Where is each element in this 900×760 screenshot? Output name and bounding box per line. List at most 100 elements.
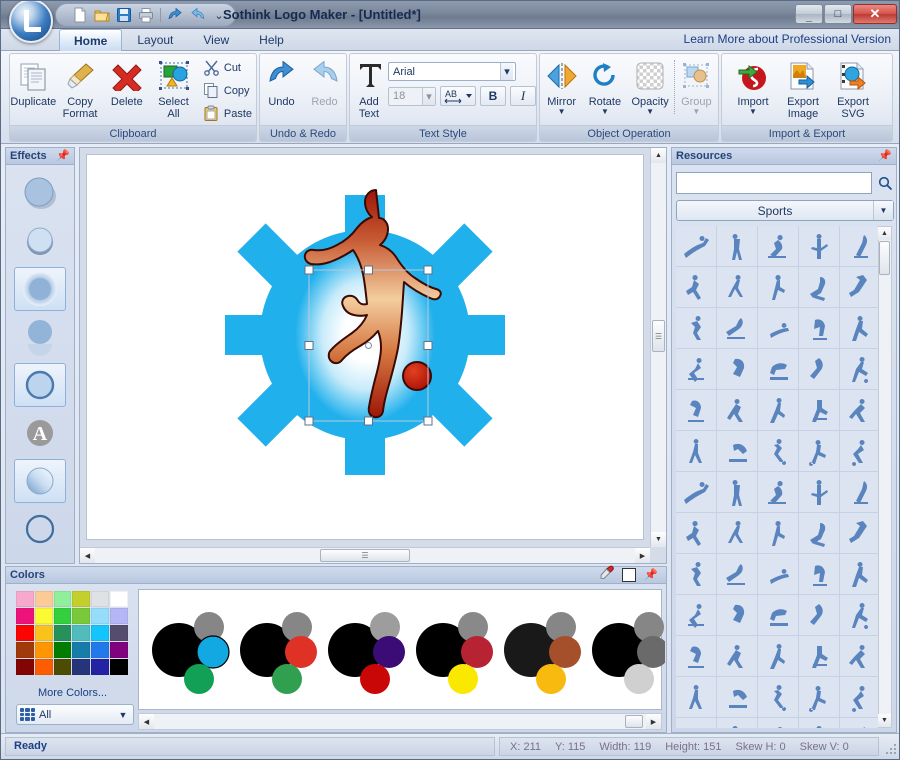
palette-scroll-thumb[interactable] bbox=[625, 715, 643, 728]
palette-item-4[interactable] bbox=[504, 612, 581, 694]
resource-item-soccer-strike[interactable] bbox=[758, 472, 798, 512]
color-swatch-2-0[interactable] bbox=[16, 625, 34, 641]
color-swatch-2-2[interactable] bbox=[53, 625, 72, 641]
resource-item-soccer-kick[interactable] bbox=[840, 349, 880, 389]
resource-item-figure-skater[interactable] bbox=[717, 267, 757, 307]
resource-item-vault-gym[interactable] bbox=[799, 390, 839, 430]
resource-item-soccer-jump[interactable] bbox=[799, 513, 839, 553]
resource-item-dance-duo[interactable] bbox=[840, 718, 880, 728]
effect-text-mask[interactable]: A bbox=[14, 411, 66, 455]
soccer-player-gear-logo[interactable] bbox=[87, 155, 643, 539]
canvas-page[interactable] bbox=[86, 154, 644, 540]
color-swatch-1-3[interactable] bbox=[72, 608, 91, 624]
resource-item-gymnast-kick[interactable] bbox=[758, 390, 798, 430]
color-swatch-2-5[interactable] bbox=[110, 625, 128, 641]
rotate-chevron-down-icon[interactable]: ▼ bbox=[601, 108, 609, 116]
resource-item-cross-country-ski[interactable] bbox=[840, 267, 880, 307]
new-document-button[interactable] bbox=[70, 5, 90, 25]
resource-item-baseball-swing[interactable] bbox=[840, 390, 880, 430]
canvas-vertical-scrollbar[interactable]: ▲ ☰ ▼ bbox=[650, 148, 666, 547]
color-swatch-4-2[interactable] bbox=[53, 659, 72, 675]
resource-item-ballet-split[interactable] bbox=[676, 636, 716, 676]
mirror-button[interactable]: Mirror ▼ bbox=[540, 54, 583, 124]
resources-category-select[interactable]: Sports ▼ bbox=[676, 200, 894, 221]
copy-button[interactable]: Copy bbox=[199, 79, 256, 102]
resource-item-dance-leap[interactable] bbox=[676, 677, 716, 717]
palette-horizontal-scrollbar[interactable]: ◀ ▶ bbox=[138, 713, 662, 730]
resource-item-soccer-control[interactable] bbox=[676, 554, 716, 594]
search-icon[interactable] bbox=[876, 173, 894, 193]
color-swatch-4-3[interactable] bbox=[72, 659, 91, 675]
color-filter-select[interactable]: All ▼ bbox=[16, 704, 134, 725]
add-text-button[interactable]: Add Text bbox=[350, 54, 388, 124]
color-swatch-0-3[interactable] bbox=[72, 591, 91, 607]
color-swatch-0-1[interactable] bbox=[34, 591, 53, 607]
resource-item-biathlon[interactable] bbox=[799, 226, 839, 266]
resource-item-soccer-slide[interactable] bbox=[758, 513, 798, 553]
close-button[interactable]: ✕ bbox=[853, 4, 897, 24]
resource-item-dancer-leap[interactable] bbox=[840, 554, 880, 594]
resource-item-skateboard-trick[interactable] bbox=[676, 349, 716, 389]
delete-button[interactable]: Delete bbox=[103, 54, 150, 124]
learn-more-link[interactable]: Learn More about Professional Version bbox=[684, 32, 891, 46]
resource-item-soccer-pass[interactable] bbox=[676, 513, 716, 553]
color-filter-chevron-down-icon[interactable]: ▼ bbox=[113, 710, 133, 720]
paste-button[interactable]: Paste bbox=[199, 102, 256, 125]
color-swatch-0-0[interactable] bbox=[16, 591, 34, 607]
canvas-vscroll-thumb[interactable]: ☰ bbox=[652, 320, 665, 352]
color-swatch-3-1[interactable] bbox=[34, 642, 53, 658]
resources-scroll-up-button[interactable]: ▲ bbox=[878, 227, 891, 240]
font-family-select[interactable]: Arial ▾ bbox=[388, 62, 516, 81]
resource-item-sprinter[interactable] bbox=[758, 431, 798, 471]
resource-item-soccer-keeper[interactable] bbox=[840, 472, 880, 512]
color-swatch-3-4[interactable] bbox=[91, 642, 110, 658]
resource-item-soccer-run[interactable] bbox=[676, 472, 716, 512]
maximize-button[interactable]: □ bbox=[824, 4, 852, 24]
import-chevron-down-icon[interactable]: ▼ bbox=[749, 108, 757, 116]
resource-item-ballet-stand[interactable] bbox=[717, 636, 757, 676]
color-swatch-0-4[interactable] bbox=[91, 591, 110, 607]
undo-button[interactable]: Undo bbox=[260, 54, 303, 124]
resource-item-dancer-arms[interactable] bbox=[840, 595, 880, 635]
resource-item-figure-skate-pose[interactable] bbox=[758, 267, 798, 307]
resources-scroll-down-button[interactable]: ▼ bbox=[878, 714, 891, 727]
group-button[interactable]: Group ▼ bbox=[675, 54, 718, 124]
color-swatch-4-4[interactable] bbox=[91, 659, 110, 675]
canvas-horizontal-scrollbar[interactable]: ◀ ☰ ▶ bbox=[80, 547, 650, 563]
resource-item-soccer-volley[interactable] bbox=[799, 431, 839, 471]
resources-vertical-scrollbar[interactable]: ▲ ▼ bbox=[878, 226, 892, 728]
resource-item-soccer-sprint[interactable] bbox=[758, 554, 798, 594]
resource-item-dance-bend[interactable] bbox=[799, 636, 839, 676]
effect-stroke[interactable] bbox=[14, 363, 66, 407]
color-swatch-1-4[interactable] bbox=[91, 608, 110, 624]
canvas-area[interactable]: ▲ ☰ ▼ ◀ ☰ ▶ bbox=[79, 147, 667, 564]
effect-drop-shadow[interactable] bbox=[14, 171, 66, 215]
canvas-hscroll-thumb[interactable]: ☰ bbox=[320, 549, 410, 562]
resource-item-dance-pose[interactable] bbox=[717, 677, 757, 717]
tab-home[interactable]: Home bbox=[59, 29, 123, 51]
palette-item-2[interactable] bbox=[328, 612, 405, 694]
duplicate-button[interactable]: Duplicate bbox=[10, 54, 57, 124]
group-chevron-down-icon[interactable]: ▼ bbox=[692, 108, 700, 116]
resource-item-dance-low[interactable] bbox=[676, 718, 716, 728]
resource-item-soccer-shot[interactable] bbox=[799, 472, 839, 512]
resource-item-downhill-ski[interactable] bbox=[758, 226, 798, 266]
resource-item-soccer-header[interactable] bbox=[717, 513, 757, 553]
redo-button[interactable]: Redo bbox=[303, 54, 346, 124]
palette-preview-area[interactable] bbox=[138, 589, 669, 710]
resize-grip-icon[interactable] bbox=[884, 742, 898, 756]
canvas-scroll-right-button[interactable]: ▶ bbox=[635, 548, 650, 563]
resource-item-slalom-ski[interactable] bbox=[717, 308, 757, 348]
resource-item-skate-ramp[interactable] bbox=[758, 349, 798, 389]
resources-vscroll-thumb[interactable] bbox=[879, 241, 890, 275]
effect-glow[interactable] bbox=[14, 267, 66, 311]
resource-item-ski-jump[interactable] bbox=[676, 226, 716, 266]
resource-item-ballet-arabesque[interactable] bbox=[840, 636, 880, 676]
font-size-select[interactable]: 18 ▾ bbox=[388, 86, 436, 106]
import-button[interactable]: Import ▼ bbox=[728, 54, 778, 124]
resource-item-bmx-rider[interactable] bbox=[717, 390, 757, 430]
font-size-chevron-down-icon[interactable]: ▾ bbox=[422, 87, 435, 105]
resource-item-soccer-shoot[interactable] bbox=[676, 595, 716, 635]
color-swatch-3-0[interactable] bbox=[16, 642, 34, 658]
resource-item-runner[interactable] bbox=[676, 431, 716, 471]
